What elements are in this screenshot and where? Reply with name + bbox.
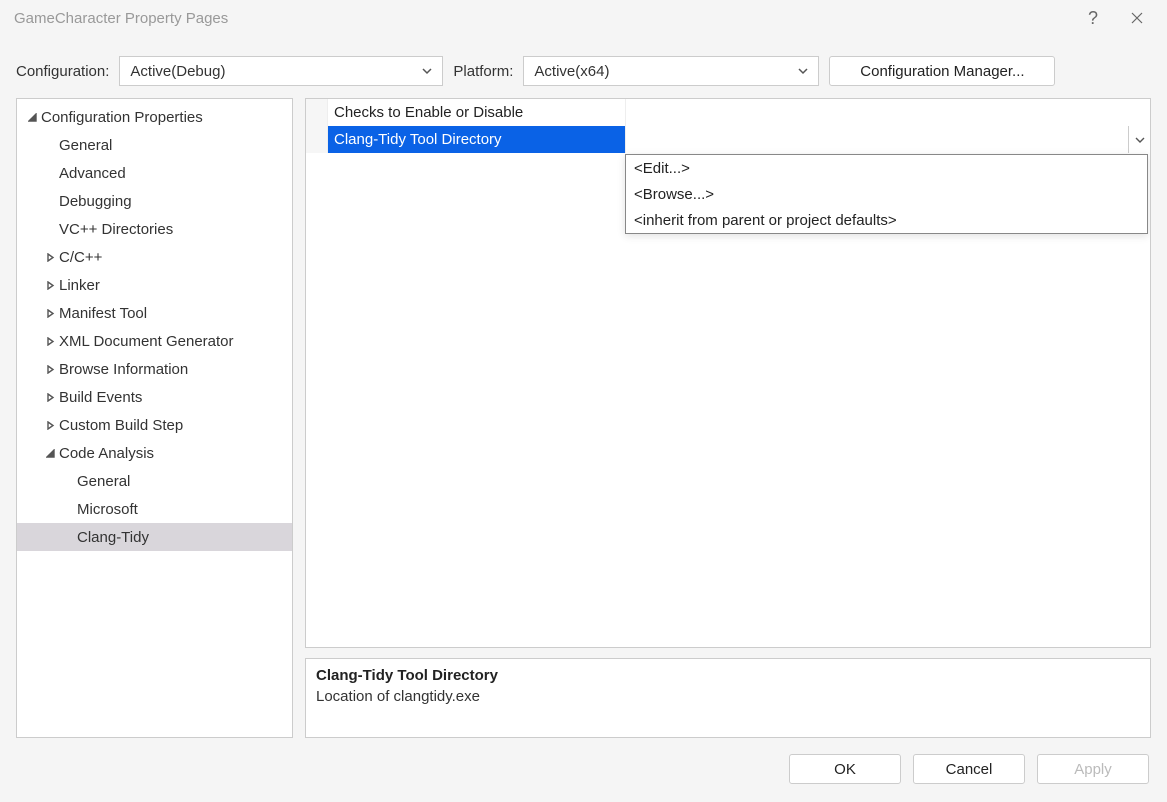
config-row: Configuration: Active(Debug) Platform: A… bbox=[0, 36, 1167, 98]
property-value[interactable] bbox=[625, 126, 1150, 153]
tree-node-label: C/C++ bbox=[59, 249, 102, 266]
collapse-icon[interactable] bbox=[43, 446, 57, 460]
chevron-down-icon bbox=[422, 63, 432, 80]
tree-node[interactable]: Microsoft bbox=[17, 495, 292, 523]
property-name: Clang-Tidy Tool Directory bbox=[328, 126, 625, 153]
description-title: Clang-Tidy Tool Directory bbox=[316, 667, 1140, 684]
property-grid[interactable]: Checks to Enable or DisableClang-Tidy To… bbox=[305, 98, 1151, 648]
expand-icon[interactable] bbox=[43, 334, 57, 348]
tree-node-label: General bbox=[59, 137, 112, 154]
tree-node[interactable]: XML Document Generator bbox=[17, 327, 292, 355]
configuration-label: Configuration: bbox=[16, 63, 109, 80]
tree-node[interactable]: Debugging bbox=[17, 187, 292, 215]
footer: OK Cancel Apply bbox=[0, 750, 1167, 802]
tree-node[interactable]: Custom Build Step bbox=[17, 411, 292, 439]
tree-node[interactable]: Browse Information bbox=[17, 355, 292, 383]
row-gutter bbox=[306, 126, 328, 153]
tree-node-label: Clang-Tidy bbox=[77, 529, 149, 546]
dropdown-button[interactable] bbox=[1128, 126, 1150, 153]
chevron-down-icon bbox=[798, 63, 808, 80]
titlebar: GameCharacter Property Pages ? bbox=[0, 0, 1167, 36]
collapse-icon[interactable] bbox=[25, 110, 39, 124]
value-dropdown[interactable]: <Edit...><Browse...><inherit from parent… bbox=[625, 154, 1148, 234]
window-title: GameCharacter Property Pages bbox=[8, 10, 228, 27]
platform-value: Active(x64) bbox=[534, 63, 609, 80]
apply-button[interactable]: Apply bbox=[1037, 754, 1149, 784]
expand-icon[interactable] bbox=[43, 362, 57, 376]
configuration-manager-button[interactable]: Configuration Manager... bbox=[829, 56, 1055, 86]
tree[interactable]: Configuration Properties General Advanced… bbox=[16, 98, 293, 738]
property-row[interactable]: Clang-Tidy Tool Directory bbox=[306, 126, 1150, 153]
ok-button[interactable]: OK bbox=[789, 754, 901, 784]
tree-node-label: VC++ Directories bbox=[59, 221, 173, 238]
property-pages-window: GameCharacter Property Pages ? Configura… bbox=[0, 0, 1167, 802]
tree-node[interactable]: General bbox=[17, 467, 292, 495]
tree-node[interactable]: Build Events bbox=[17, 383, 292, 411]
tree-node-label: Build Events bbox=[59, 389, 142, 406]
dropdown-item[interactable]: <Browse...> bbox=[626, 181, 1147, 207]
configuration-select[interactable]: Active(Debug) bbox=[119, 56, 443, 86]
configuration-value: Active(Debug) bbox=[130, 63, 225, 80]
property-row[interactable]: Checks to Enable or Disable bbox=[306, 99, 1150, 126]
tree-node-label: Linker bbox=[59, 277, 100, 294]
expand-icon[interactable] bbox=[43, 390, 57, 404]
right-panel: Checks to Enable or DisableClang-Tidy To… bbox=[305, 98, 1151, 738]
cancel-button[interactable]: Cancel bbox=[913, 754, 1025, 784]
tree-node-label: Browse Information bbox=[59, 361, 188, 378]
property-value[interactable] bbox=[625, 99, 1150, 126]
close-icon[interactable] bbox=[1115, 0, 1159, 36]
tree-node-label: Manifest Tool bbox=[59, 305, 147, 322]
property-name: Checks to Enable or Disable bbox=[328, 99, 625, 126]
tree-node[interactable]: Linker bbox=[17, 271, 292, 299]
tree-node-label: Debugging bbox=[59, 193, 132, 210]
tree-node[interactable]: General bbox=[17, 131, 292, 159]
expand-icon[interactable] bbox=[43, 278, 57, 292]
expand-icon[interactable] bbox=[43, 250, 57, 264]
tree-node-label: General bbox=[77, 473, 130, 490]
tree-node-code-analysis[interactable]: Code Analysis bbox=[17, 439, 292, 467]
tree-node-label: XML Document Generator bbox=[59, 333, 234, 350]
platform-select[interactable]: Active(x64) bbox=[523, 56, 819, 86]
description-panel: Clang-Tidy Tool Directory Location of cl… bbox=[305, 658, 1151, 738]
row-gutter bbox=[306, 99, 328, 126]
tree-node[interactable]: VC++ Directories bbox=[17, 215, 292, 243]
tree-node[interactable]: Clang-Tidy bbox=[17, 523, 292, 551]
body: Configuration Properties General Advanced… bbox=[0, 98, 1167, 750]
tree-node-label: Custom Build Step bbox=[59, 417, 183, 434]
description-body: Location of clangtidy.exe bbox=[316, 688, 1140, 705]
tree-node[interactable]: C/C++ bbox=[17, 243, 292, 271]
expand-icon[interactable] bbox=[43, 306, 57, 320]
help-icon[interactable]: ? bbox=[1071, 0, 1115, 36]
dropdown-item[interactable]: <Edit...> bbox=[626, 155, 1147, 181]
tree-node-label: Advanced bbox=[59, 165, 126, 182]
expand-icon[interactable] bbox=[43, 418, 57, 432]
tree-node-label: Microsoft bbox=[77, 501, 138, 518]
tree-node[interactable]: Advanced bbox=[17, 159, 292, 187]
platform-label: Platform: bbox=[453, 63, 513, 80]
tree-root[interactable]: Configuration Properties bbox=[17, 103, 292, 131]
tree-node[interactable]: Manifest Tool bbox=[17, 299, 292, 327]
dropdown-item[interactable]: <inherit from parent or project defaults… bbox=[626, 207, 1147, 233]
